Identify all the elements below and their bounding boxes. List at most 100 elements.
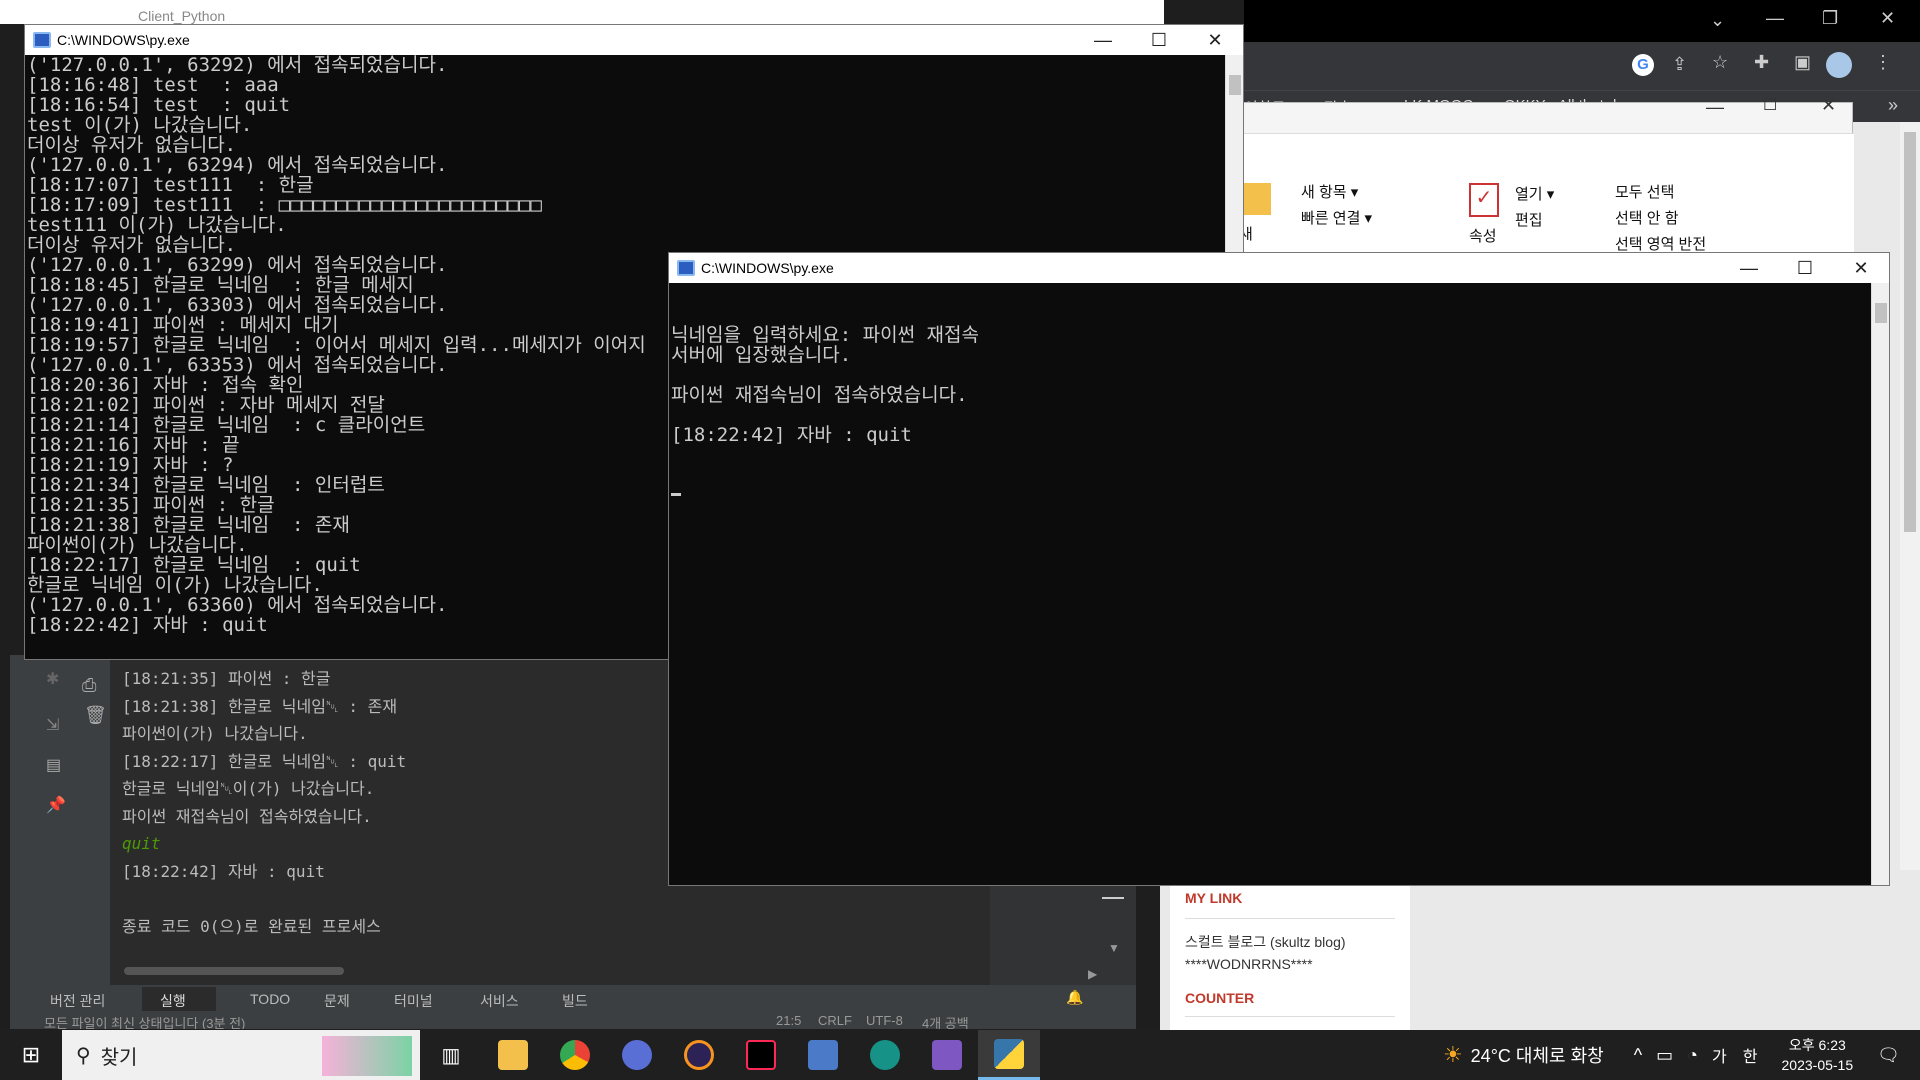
tab-services[interactable]: 서비스 — [480, 991, 519, 1011]
pin-icon[interactable]: 📌 — [46, 795, 66, 815]
maximize-button[interactable]: ☐ — [1131, 30, 1187, 51]
invert-selection-button[interactable]: 선택 영역 반전 — [1615, 233, 1706, 254]
client-console-output[interactable]: 닉네임을 입력하세요: 파이썬 재접속 서버에 입장했습니다. 파이썬 재접속님이… — [669, 285, 1869, 885]
more-bookmarks-icon[interactable]: » — [1888, 95, 1898, 116]
clock[interactable]: 오후 6:23 2023-05-15 — [1782, 1035, 1854, 1075]
start-button[interactable]: ⊞ — [0, 1030, 62, 1080]
client-console-window: C:\WINDOWS\py.exe — ☐ ✕ 닉네임을 입력하세요: 파이썬 … — [668, 252, 1890, 886]
console-icon — [677, 260, 695, 276]
network-app-taskbar-button[interactable] — [792, 1030, 854, 1080]
visual-studio-taskbar-button[interactable] — [916, 1030, 978, 1080]
wifi-icon[interactable]: ◔ — [1687, 1045, 1698, 1066]
cursor-position[interactable]: 21:5 — [776, 1013, 801, 1028]
explorer-taskbar-button[interactable] — [482, 1030, 544, 1080]
tab-version-control[interactable]: 버전 관리 — [50, 991, 105, 1011]
restore-icon[interactable]: ❐ — [1822, 8, 1838, 29]
scroll-down-icon[interactable]: ▼ — [1108, 941, 1120, 955]
console-line: [18:16:54] test : quit — [27, 94, 291, 116]
print-icon[interactable]: ⎙ — [82, 675, 96, 696]
window-title: C:\WINDOWS\py.exe — [701, 260, 834, 276]
maximize-button[interactable]: ☐ — [1777, 258, 1833, 279]
search-box[interactable]: ⚲ 찾기 — [62, 1030, 420, 1080]
network-icon — [808, 1040, 838, 1070]
close-button[interactable]: ✕ — [1187, 30, 1243, 51]
close-button[interactable]: ✕ — [1833, 258, 1889, 279]
encoding[interactable]: UTF-8 — [866, 1013, 903, 1028]
console-line: 파이썬 재접속님이 접속하였습니다. — [671, 384, 968, 406]
task-view-icon: ▥ — [441, 1044, 461, 1067]
console-line: [18:17:07] test111 : 한글 — [27, 174, 314, 196]
line-separator[interactable]: CRLF — [818, 1013, 852, 1028]
open-button[interactable]: 열기 ▾ — [1515, 183, 1554, 204]
properties-button[interactable]: 속성 — [1469, 225, 1497, 246]
eclipse-taskbar-button[interactable] — [668, 1030, 730, 1080]
chrome-icon — [560, 1040, 590, 1070]
counter-heading: COUNTER — [1185, 990, 1255, 1006]
app-icon — [622, 1040, 652, 1070]
maximize-icon[interactable]: ☐ — [1763, 95, 1777, 115]
select-none-button[interactable]: 선택 안 함 — [1615, 207, 1679, 228]
blog-link[interactable]: ****WODNRRNS**** — [1185, 956, 1313, 972]
tab-problems[interactable]: 문제 — [324, 991, 350, 1011]
console-line: [18:21:35] 파이썬 : 한글 — [122, 669, 331, 688]
battery-icon[interactable]: ▭ — [1656, 1045, 1673, 1066]
vertical-scrollbar[interactable] — [1871, 283, 1889, 885]
search-icon: ⚲ — [76, 1044, 91, 1067]
trash-icon[interactable]: 🗑 — [84, 705, 107, 726]
tab-todo[interactable]: TODO — [250, 991, 290, 1007]
console-line: 파이썬 재접속님이 접속하였습니다. — [122, 806, 372, 826]
blog-link[interactable]: 스컬트 블로그 (skultz blog) — [1185, 932, 1346, 952]
sidepanel-icon[interactable]: ▣ — [1794, 52, 1811, 73]
menu-icon[interactable]: ⋮ — [1874, 52, 1892, 73]
bg-window-title: Client_Python — [138, 8, 226, 24]
close-icon[interactable]: ✕ — [1821, 95, 1836, 116]
blog-sidebar: MY LINK 스컬트 블로그 (skultz blog) ****WODNRR… — [1170, 870, 1410, 1030]
scroll-right-icon[interactable]: ▶ — [1088, 967, 1097, 981]
indent[interactable]: 4개 공백 — [922, 1013, 969, 1029]
select-all-button[interactable]: 모두 선택 — [1615, 181, 1674, 202]
weather-icon[interactable]: ☀ — [1443, 1042, 1463, 1068]
star-icon[interactable]: ☆ — [1712, 52, 1728, 73]
tab-terminal[interactable]: 터미널 — [394, 991, 433, 1011]
share-icon[interactable]: ⇪ — [1672, 54, 1687, 75]
ime-language[interactable]: 한 — [1743, 1043, 1758, 1067]
console-line: 종료 코드 0(으)로 완료된 프로세스 — [122, 916, 381, 936]
gitkraken-taskbar-button[interactable] — [854, 1030, 916, 1080]
notifications-icon[interactable]: 🔔 — [1066, 989, 1083, 1006]
google-icon[interactable]: G — [1632, 54, 1654, 76]
console-line: test 이(가) 나갔습니다. — [27, 114, 253, 136]
close-icon[interactable]: ✕ — [1880, 8, 1895, 29]
app-taskbar-button[interactable] — [606, 1030, 668, 1080]
tray-chevron-icon[interactable]: ^ — [1634, 1045, 1642, 1066]
ime-mode[interactable]: 가 — [1712, 1043, 1727, 1067]
chrome-taskbar-button[interactable] — [544, 1030, 606, 1080]
notification-center-icon[interactable]: 🗨 — [1877, 1045, 1900, 1066]
visual-studio-icon — [932, 1040, 962, 1070]
new-item-button[interactable]: 새 항목 ▾ — [1301, 181, 1358, 202]
edit-button[interactable]: 편집 — [1515, 209, 1543, 230]
minimize-icon[interactable]: — — [1766, 8, 1784, 29]
minimize-button[interactable]: — — [1721, 258, 1777, 279]
quick-link-button[interactable]: 빠른 연결 ▾ — [1301, 207, 1372, 228]
debug-icon[interactable]: ✱ — [46, 669, 59, 689]
weather-text[interactable]: 24°C 대체로 화창 — [1471, 1042, 1604, 1068]
horizontal-scrollbar[interactable] — [124, 967, 344, 975]
intellij-taskbar-button[interactable] — [730, 1030, 792, 1080]
ide-tool-strip: ⎙ 🗑 ✱ ⇲ ▤ 📌 — [10, 655, 110, 985]
minimize-icon[interactable]: — — [1706, 97, 1724, 118]
extensions-icon[interactable]: ✚ — [1754, 52, 1769, 73]
gitkraken-icon — [870, 1040, 900, 1070]
search-highlight-image — [322, 1036, 412, 1076]
tab-run[interactable]: 실행 — [160, 991, 186, 1011]
avatar[interactable] — [1826, 52, 1852, 78]
layout-icon[interactable]: ▤ — [46, 755, 61, 775]
import-icon[interactable]: ⇲ — [46, 715, 59, 735]
minimize-button[interactable]: — — [1075, 30, 1131, 51]
tab-build[interactable]: 빌드 — [562, 991, 588, 1011]
folder-icon — [1243, 183, 1271, 215]
chevron-down-icon[interactable]: ⌄ — [1710, 10, 1725, 31]
task-view-button[interactable]: ▥ — [420, 1030, 482, 1080]
python-taskbar-button[interactable] — [978, 1030, 1040, 1080]
